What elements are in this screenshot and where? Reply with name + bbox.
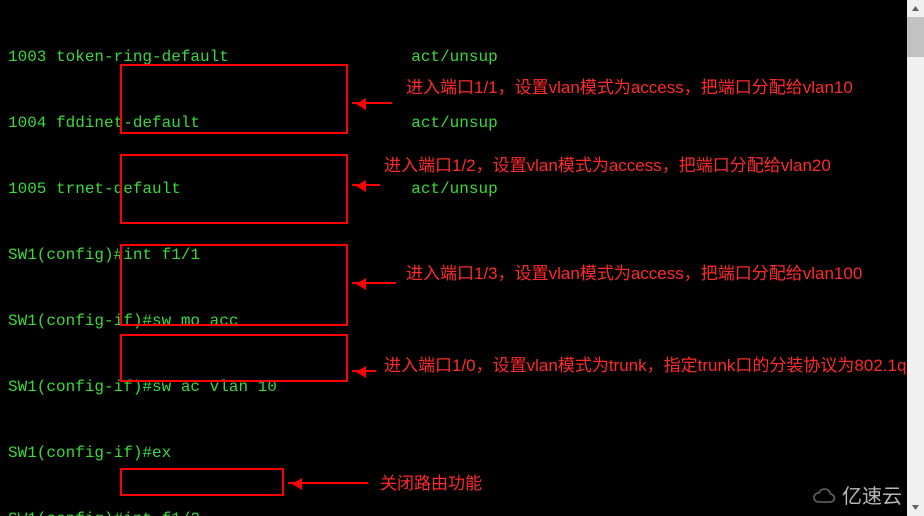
- terminal-line: SW1(config-if)#ex: [8, 442, 924, 464]
- scrollbar-track[interactable]: [907, 17, 924, 479]
- scrollbar-up-button[interactable]: [907, 0, 924, 17]
- terminal-line: 1003 token-ring-default act/unsup: [8, 46, 924, 68]
- scrollbar-down-button[interactable]: [907, 499, 924, 516]
- terminal-line: SW1(config-if)#sw ac vlan 10: [8, 376, 924, 398]
- terminal-line: SW1(config-if)#sw mo acc: [8, 310, 924, 332]
- vertical-scrollbar[interactable]: [907, 0, 924, 516]
- terminal-line: 1005 trnet-default act/unsup: [8, 178, 924, 200]
- cli-terminal[interactable]: 1003 token-ring-default act/unsup 1004 f…: [8, 2, 924, 516]
- chevron-up-icon: [911, 4, 920, 13]
- terminal-line: SW1(config)#int f1/1: [8, 244, 924, 266]
- terminal-line: 1004 fddinet-default act/unsup: [8, 112, 924, 134]
- scrollbar-thumb[interactable]: [907, 17, 924, 57]
- chevron-down-icon: [911, 503, 920, 512]
- terminal-line: SW1(config)#int f1/2: [8, 508, 924, 516]
